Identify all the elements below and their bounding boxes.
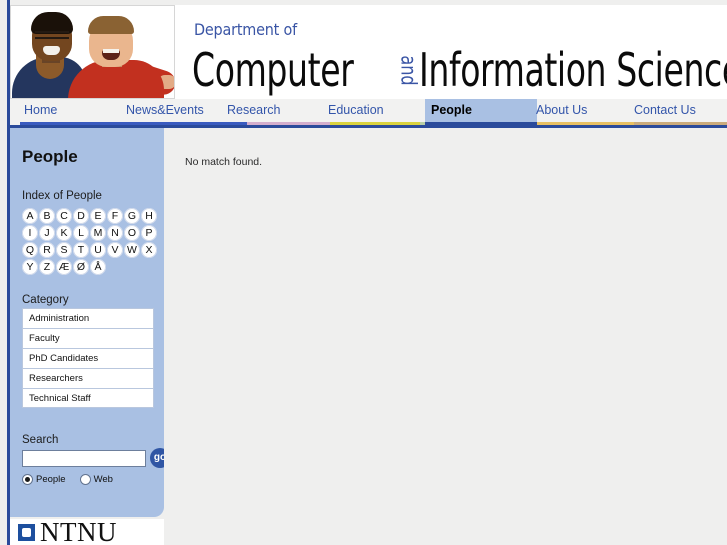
title-and-rotated: and [396,55,421,86]
search-input[interactable] [22,450,146,467]
top-edge [7,0,727,4]
nav-item-home[interactable]: Home [18,99,63,122]
sidebar: People Index of People ABCDEFGHIJKLMNOPQ… [10,128,170,517]
letter-link-E[interactable]: E [90,208,106,224]
letter-link-I[interactable]: I [22,225,38,241]
category-label: Category [22,294,69,306]
letter-link-Q[interactable]: Q [22,242,38,258]
search-box: go [22,448,170,468]
nav-item-about-us[interactable]: About Us [530,99,593,122]
radio-web-label: Web [93,474,113,485]
letter-link-P[interactable]: P [141,225,157,241]
search-label: Search [22,434,59,446]
letter-link-A[interactable]: A [22,208,38,224]
letter-link-Å[interactable]: Å [90,259,106,275]
letter-link-V[interactable]: V [107,242,123,258]
category-item-technical-staff[interactable]: Technical Staff [22,388,154,408]
letter-link-Ø[interactable]: Ø [73,259,89,275]
letter-link-X[interactable]: X [141,242,157,258]
letter-row: QRSTUVWX [22,242,162,258]
letter-link-O[interactable]: O [124,225,140,241]
category-item-administration[interactable]: Administration [22,308,154,328]
letter-link-R[interactable]: R [39,242,55,258]
letter-link-Æ[interactable]: Æ [56,259,72,275]
department-prefix: Department of [194,20,297,39]
letter-link-Z[interactable]: Z [39,259,55,275]
index-of-people-label: Index of People [22,190,102,202]
letter-index: ABCDEFGHIJKLMNOPQRSTUVWXYZÆØÅ [22,208,162,276]
title-information-science: Information Science [419,43,727,97]
no-match-message: No match found. [185,156,263,168]
letter-row: ABCDEFGH [22,208,162,224]
letter-row: IJKLMNOP [22,225,162,241]
sidebar-title: People [22,147,78,166]
ntnu-logo[interactable]: NTNU [10,519,164,545]
nav-item-people[interactable]: People [425,99,537,122]
category-item-researchers[interactable]: Researchers [22,368,154,388]
site-title-block: Department of Computer and Information S… [186,5,727,99]
radio-people[interactable] [22,474,33,485]
ntnu-wordmark: NTNU [40,519,117,545]
letter-link-D[interactable]: D [73,208,89,224]
main-navigation: Home News&Events Research Education People Ab… [10,99,727,126]
category-item-faculty[interactable]: Faculty [22,328,154,348]
nav-item-news-events[interactable]: News&Events [120,99,210,122]
category-list: Administration Faculty PhD Candidates Resea… [22,308,154,408]
letter-link-F[interactable]: F [107,208,123,224]
letter-link-M[interactable]: M [90,225,106,241]
main-content: No match found. [164,128,727,545]
letter-link-H[interactable]: H [141,208,157,224]
title-computer: Computer [192,43,354,97]
radio-people-label: People [36,474,66,485]
search-scope-radios: People Web [22,474,113,485]
letter-link-T[interactable]: T [73,242,89,258]
letter-link-K[interactable]: K [56,225,72,241]
nav-item-education[interactable]: Education [322,99,390,122]
category-item-phd-candidates[interactable]: PhD Candidates [22,348,154,368]
letter-link-W[interactable]: W [124,242,140,258]
letter-link-B[interactable]: B [39,208,55,224]
site-header: Department of Computer and Information S… [10,5,727,99]
letter-link-J[interactable]: J [39,225,55,241]
ntnu-mark-icon [18,524,35,541]
nav-item-research[interactable]: Research [221,99,287,122]
page-title: Computer and Information Science [192,41,727,93]
nav-item-contact-us[interactable]: Contact Us [628,99,702,122]
letter-link-N[interactable]: N [107,225,123,241]
page-root: Department of Computer and Information S… [0,0,727,545]
letter-link-L[interactable]: L [73,225,89,241]
letter-link-G[interactable]: G [124,208,140,224]
banner-photo [10,5,175,99]
letter-link-C[interactable]: C [56,208,72,224]
letter-link-U[interactable]: U [90,242,106,258]
letter-row: YZÆØÅ [22,259,162,275]
photo-frame [10,5,175,99]
letter-link-Y[interactable]: Y [22,259,38,275]
letter-link-S[interactable]: S [56,242,72,258]
radio-web[interactable] [79,474,91,485]
